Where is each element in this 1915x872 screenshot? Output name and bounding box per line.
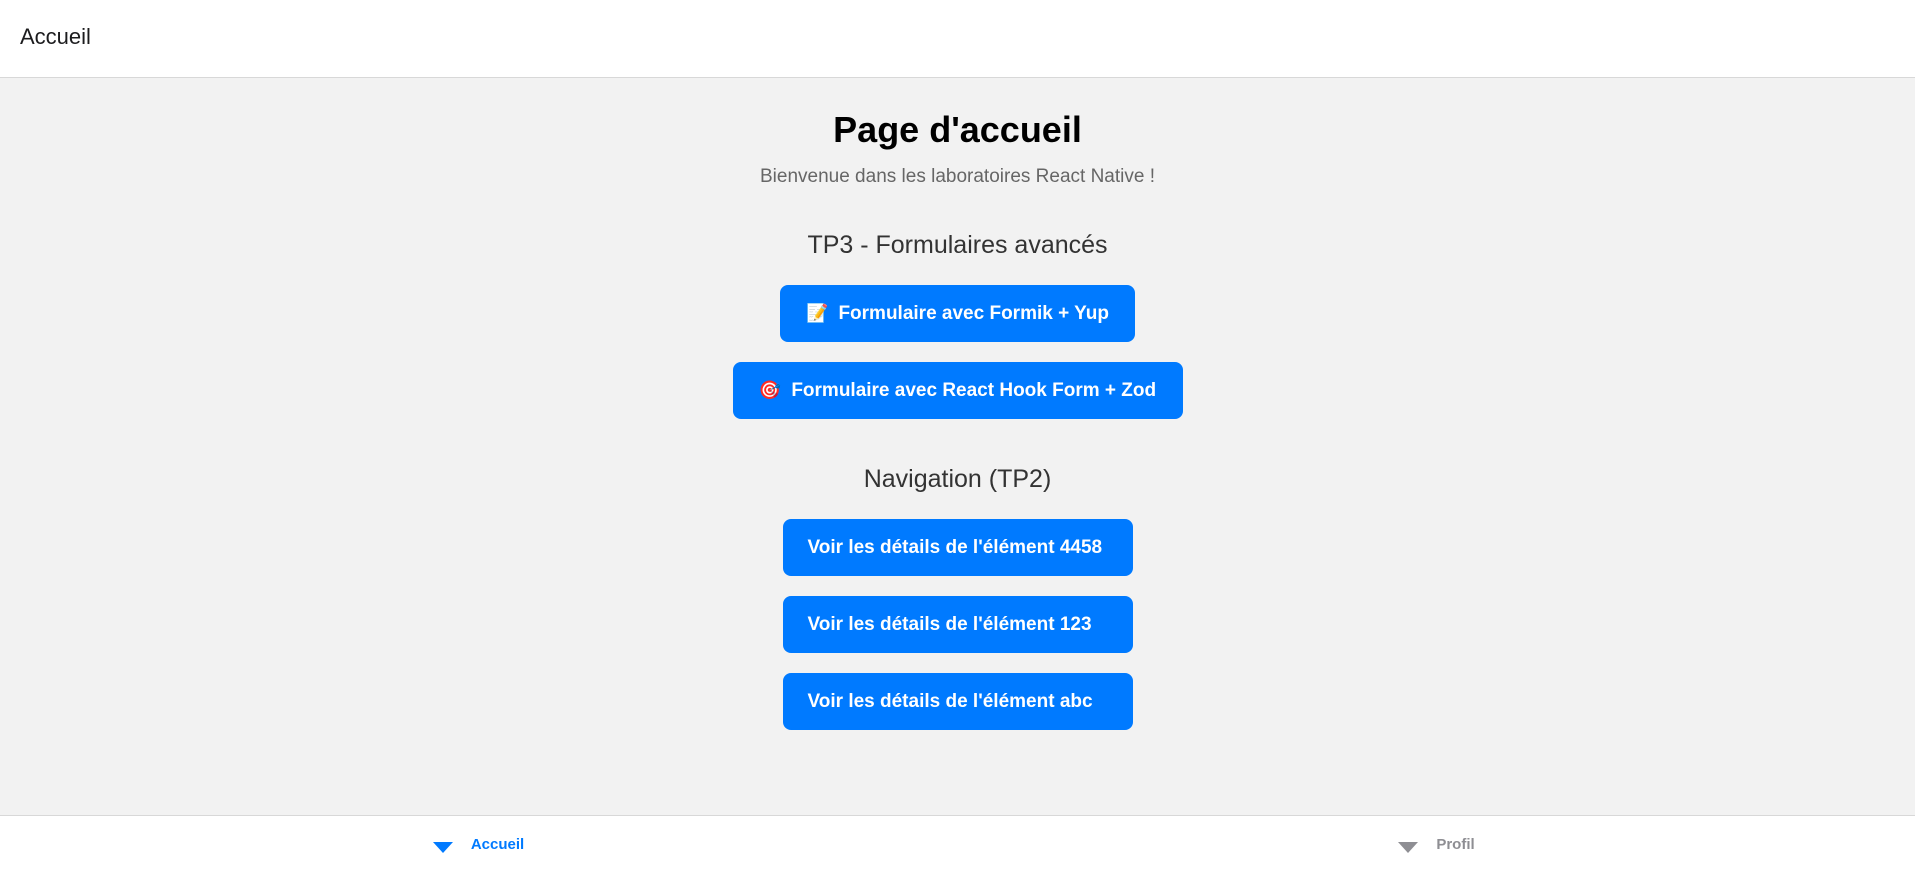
header-title: Accueil: [20, 24, 91, 49]
target-icon: 🎯: [758, 380, 782, 400]
page-subtitle: Bienvenue dans les laboratoires React Na…: [759, 166, 1155, 187]
navigation-section-title: Navigation (TP2): [863, 465, 1052, 493]
react-hook-form-zod-button-label: Formulaire avec React Hook Form + Zod: [791, 379, 1157, 401]
tab-accueil-label: Accueil: [470, 836, 525, 853]
page-title: Page d'accueil: [833, 109, 1082, 150]
details-abc-button[interactable]: Voir les détails de l'élément abc: [782, 673, 1133, 730]
details-123-button[interactable]: Voir les détails de l'élément 123: [782, 596, 1133, 653]
details-4458-button-label: Voir les détails de l'élément 4458: [807, 536, 1103, 558]
details-4458-button[interactable]: Voir les détails de l'élément 4458: [782, 519, 1133, 576]
details-123-button-label: Voir les détails de l'élément 123: [807, 613, 1092, 635]
caret-down-icon: [1398, 842, 1419, 853]
details-abc-button-label: Voir les détails de l'élément abc: [807, 690, 1093, 712]
bottom-tab-bar: Accueil Profil: [0, 815, 1915, 872]
home-screen: Page d'accueil Bienvenue dans les labora…: [0, 78, 1915, 815]
formik-yup-form-button[interactable]: 📝 Formulaire avec Formik + Yup: [780, 285, 1135, 342]
tp3-section-title: TP3 - Formulaires avancés: [807, 231, 1108, 259]
caret-down-icon: [432, 842, 453, 853]
react-hook-form-zod-button[interactable]: 🎯 Formulaire avec React Hook Form + Zod: [732, 362, 1183, 419]
formik-yup-form-button-label: Formulaire avec Formik + Yup: [838, 302, 1109, 324]
tab-profil[interactable]: Profil: [958, 816, 1915, 872]
app-header: Accueil: [0, 0, 1915, 78]
tab-accueil[interactable]: Accueil: [0, 816, 957, 872]
memo-icon: 📝: [806, 303, 829, 323]
tab-profil-label: Profil: [1436, 836, 1475, 853]
